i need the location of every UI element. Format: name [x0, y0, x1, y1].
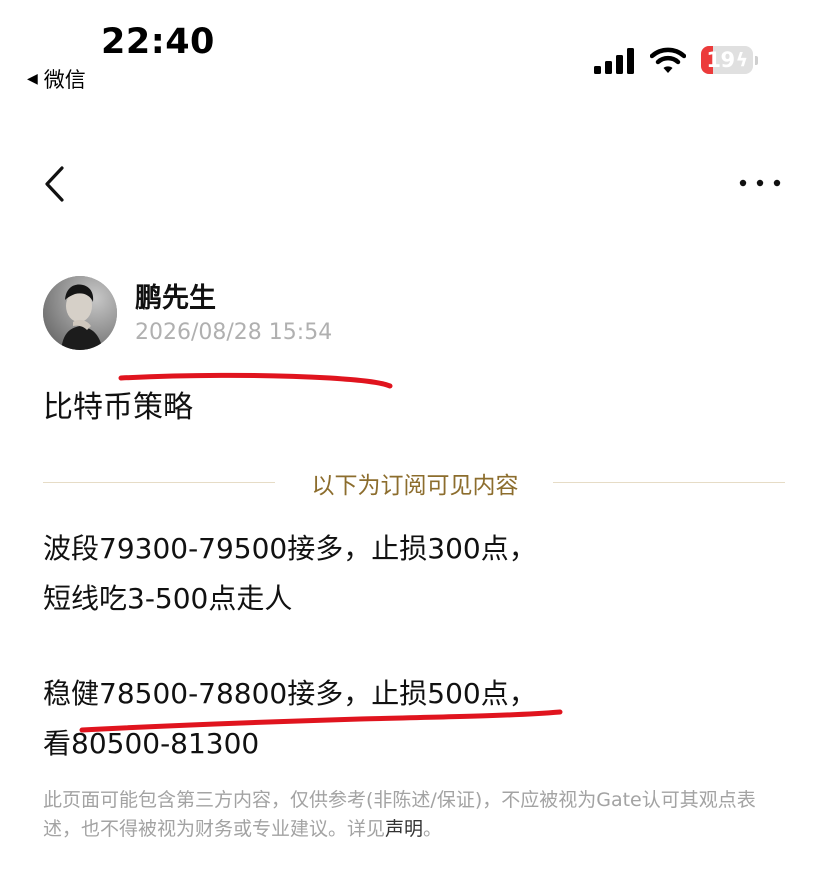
battery-indicator: 19 ϟ [701, 46, 753, 74]
disclaimer-text: 此页面可能包含第三方内容，仅供参考(非陈述/保证)，不应被视为Gate认可其观点… [43, 786, 793, 844]
content-line: 波段79300-79500接多，止损300点， [43, 532, 537, 565]
post-title: 比特币策略 [43, 390, 193, 425]
battery-cap [755, 56, 758, 65]
charging-bolt-icon: ϟ [735, 49, 749, 71]
cellular-signal-icon [594, 48, 634, 74]
divider-line-left [43, 482, 275, 483]
disclaimer-end: 。 [423, 818, 443, 840]
content-line: 稳健78500-78800接多，止损500点， [43, 677, 537, 710]
statement-link[interactable]: 声明 [385, 818, 423, 840]
post-timestamp: 2026/08/28 15:54 [135, 320, 333, 345]
content-line: 短线吃3-500点走人 [43, 582, 293, 615]
back-app-label: 微信 [43, 68, 86, 92]
author-name[interactable]: 鹏先生 [135, 276, 216, 315]
battery-level: 19 [706, 48, 735, 72]
back-triangle-icon: ◀ [27, 71, 38, 87]
content-line: 看80500-81300 [43, 727, 260, 760]
author-avatar[interactable] [43, 276, 117, 350]
subscriber-only-label: 以下为订阅可见内容 [311, 473, 519, 499]
chevron-left-icon[interactable] [38, 164, 68, 204]
divider-line-right [553, 482, 785, 483]
more-horizontal-icon[interactable] [735, 168, 785, 198]
wifi-icon [650, 47, 686, 73]
status-time: 22:40 [101, 22, 215, 62]
back-to-app-link[interactable]: ◀ 微信 [27, 64, 86, 94]
